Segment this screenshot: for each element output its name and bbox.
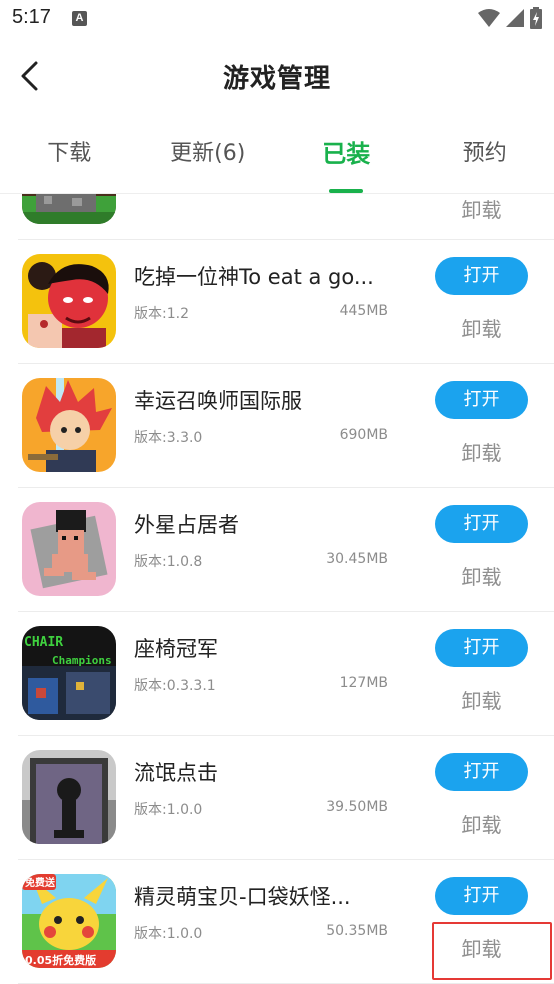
status-icons [478,7,542,29]
tab-download[interactable]: 下载 [0,122,139,193]
game-name: 流氓点击 [134,761,218,785]
tab-reserved[interactable]: 预约 [416,122,554,193]
pika-banner-text: 0.05折免费版 [25,953,96,967]
uninstall-button[interactable]: 卸载 [435,194,528,223]
chair-subtitle-text: Champions [52,654,112,667]
game-version: 版本:0.3.3.1 [134,678,216,694]
list-item: 流氓点击 版本:1.0.0 39.50MB 打开 卸载 [18,736,554,860]
game-size: 30.45MB [326,551,388,567]
game-name: 精灵萌宝贝-口袋妖怪... [134,885,351,909]
list-item-partial: 卸载 [18,194,554,240]
signal-icon [506,9,524,27]
installed-game-list[interactable]: 卸载 吃掉一位神To eat a go... 版本:1.2 445MB 打开 卸… [0,194,554,984]
open-button[interactable]: 打开 [435,381,528,419]
game-icon [22,750,116,844]
highlight-box [432,922,552,980]
game-icon [22,502,116,596]
game-icon: 免费送 0.05折免费版 [22,874,116,968]
uninstall-button[interactable]: 卸载 [435,561,528,590]
uninstall-button[interactable]: 卸载 [435,685,528,714]
active-tab-indicator [329,189,364,193]
game-version: 版本:1.2 [134,306,189,322]
game-name: 外星占居者 [134,513,239,537]
tab-installed[interactable]: 已装 [277,122,416,193]
game-version: 版本:1.0.8 [134,554,203,570]
game-size: 445MB [339,303,388,319]
game-size: 50.35MB [326,923,388,939]
header: 游戏管理 [0,38,554,114]
uninstall-button[interactable]: 卸载 [435,437,528,466]
status-time: 5:17 [12,6,51,28]
notification-icon: A [72,11,87,26]
uninstall-button[interactable]: 卸载 [435,313,528,342]
game-icon [22,194,116,224]
battery-icon [530,7,542,29]
list-item: CHAIR Champions 座椅冠军 版本:0.3.3.1 127MB 打开… [18,612,554,736]
open-button[interactable]: 打开 [435,877,528,915]
game-name: 幸运召唤师国际服 [134,389,302,413]
uninstall-button[interactable]: 卸载 [435,809,528,838]
chair-title-text: CHAIR [24,635,63,650]
list-item: 吃掉一位神To eat a go... 版本:1.2 445MB 打开 卸载 [18,240,554,364]
page-title: 游戏管理 [222,64,331,94]
wifi-icon [478,9,500,27]
open-button[interactable]: 打开 [435,629,528,667]
game-version: 版本:1.0.0 [134,926,203,942]
tab-updates[interactable]: 更新(6) [139,122,278,193]
game-name: 座椅冠军 [134,637,218,661]
game-version: 版本:1.0.0 [134,802,203,818]
game-icon [22,378,116,472]
tab-installed-label: 已装 [322,140,371,168]
tab-bar: 下载 更新(6) 已装 预约 [0,122,554,194]
game-size: 127MB [339,675,388,691]
list-item: 外星占居者 版本:1.0.8 30.45MB 打开 卸载 [18,488,554,612]
pika-badge-text: 免费送 [25,876,56,889]
game-size: 690MB [339,427,388,443]
status-bar: 5:17 A [0,0,554,38]
game-version: 版本:3.3.0 [134,430,203,446]
game-size: 39.50MB [326,799,388,815]
open-button[interactable]: 打开 [435,257,528,295]
game-icon: CHAIR Champions [22,626,116,720]
open-button[interactable]: 打开 [435,753,528,791]
game-icon [22,254,116,348]
list-item: 幸运召唤师国际服 版本:3.3.0 690MB 打开 卸载 [18,364,554,488]
open-button[interactable]: 打开 [435,505,528,543]
game-name: 吃掉一位神To eat a go... [134,265,374,289]
